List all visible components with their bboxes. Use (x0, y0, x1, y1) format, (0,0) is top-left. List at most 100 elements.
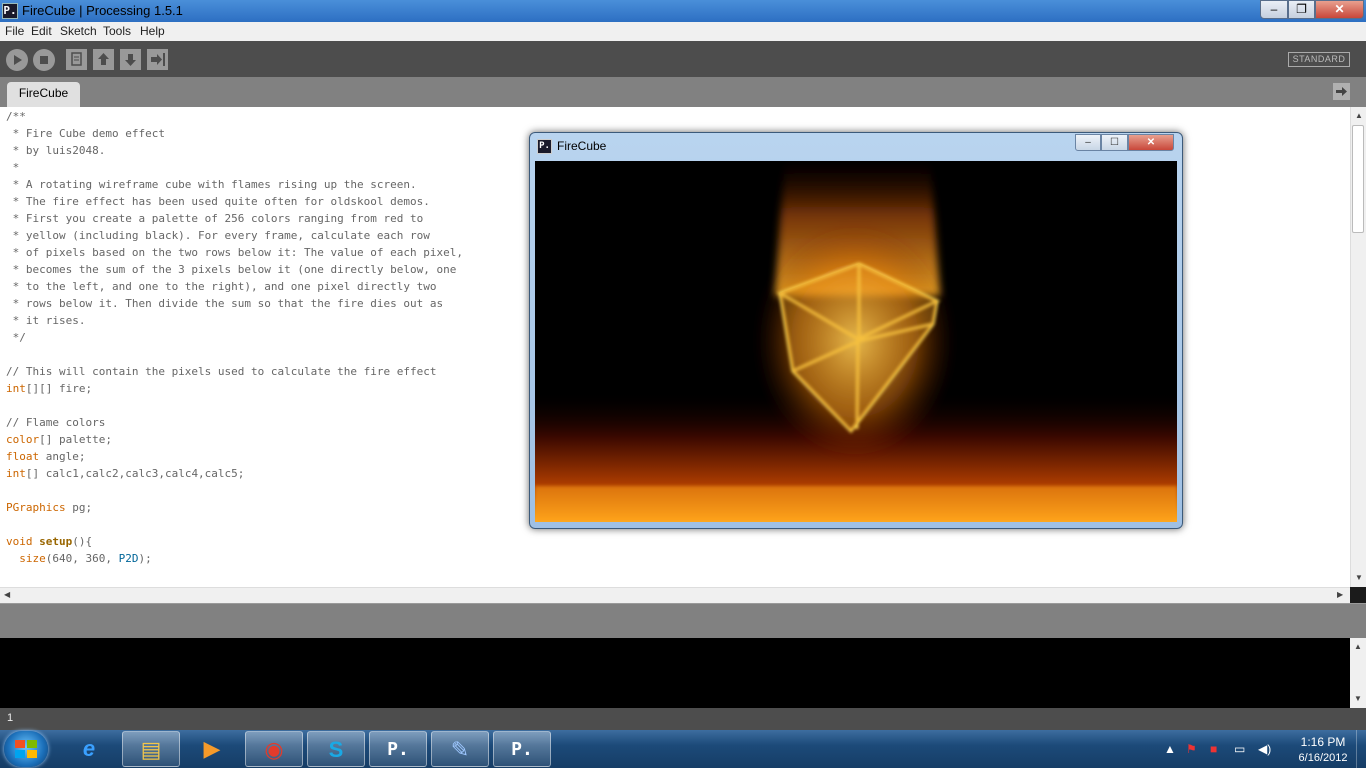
code-line: void setup(){ (6, 535, 93, 548)
media-player-icon: ▶ (203, 736, 221, 761)
new-file-icon (71, 52, 82, 66)
scroll-right-icon[interactable]: ▶ (1337, 590, 1343, 599)
code-line: * it rises. (6, 314, 86, 327)
sketch-minimize-button[interactable]: – (1075, 134, 1101, 151)
minimize-button[interactable]: – (1260, 0, 1288, 19)
code-line: /** (6, 110, 26, 123)
network-icon[interactable]: ▭ (1234, 742, 1245, 756)
code-line: // Flame colors (6, 416, 106, 429)
windows-logo-icon (15, 740, 37, 758)
taskbar-paint[interactable]: ✎ (431, 731, 489, 767)
sketch-canvas[interactable] (535, 161, 1177, 522)
code-text: /** * Fire Cube demo effect * by luis204… (6, 108, 526, 567)
code-line: * becomes the sum of the 3 pixels below … (6, 263, 457, 276)
console-scroll-down-icon[interactable]: ▼ (1354, 694, 1362, 703)
stop-icon (40, 56, 48, 64)
code-line: // This will contain the pixels used to … (6, 365, 437, 378)
show-hidden-icons-icon[interactable]: ▲ (1164, 742, 1176, 756)
message-area (0, 603, 1366, 638)
code-line: * Fire Cube demo effect (6, 127, 165, 140)
clock-date[interactable]: 6/16/2012 (1288, 752, 1358, 764)
toolbar (0, 41, 1366, 77)
editor-horizontal-scrollbar[interactable]: ◀ ▶ (0, 587, 1350, 603)
code-line: * A rotating wireframe cube with flames … (6, 178, 417, 191)
line-status-bar (0, 708, 1366, 730)
sketch-close-button[interactable]: ✕ (1128, 134, 1174, 151)
console-scroll-up-icon[interactable]: ▲ (1354, 642, 1362, 651)
code-line: * (6, 161, 20, 174)
window-title: FireCube | Processing 1.5.1 (22, 3, 183, 18)
stop-button[interactable] (33, 49, 55, 71)
show-desktop-button[interactable] (1356, 730, 1366, 768)
play-icon (14, 55, 22, 65)
fire-cube-render (535, 161, 1177, 522)
save-arrow-down-icon (125, 54, 136, 66)
sketch-app-icon: P. (537, 139, 552, 154)
code-line: int[] calc1,calc2,calc3,calc4,calc5; (6, 467, 245, 480)
menu-tools[interactable]: Tools (103, 24, 131, 38)
console-scrollbar[interactable]: ▲ ▼ (1350, 638, 1366, 708)
tab-firecube[interactable]: FireCube (7, 82, 80, 107)
taskbar-explorer[interactable]: ▤ (122, 731, 180, 767)
sketch-window-title: FireCube (557, 139, 607, 153)
processing-icon: P. (387, 739, 409, 760)
menu-sketch[interactable]: Sketch (60, 24, 97, 38)
code-line: * yellow (including black). For every fr… (6, 229, 430, 242)
menu-bar (0, 22, 1366, 41)
line-number: 1 (7, 712, 14, 724)
code-line: size(640, 360, P2D); (19, 552, 152, 565)
processing-app-icon: P. (2, 3, 18, 19)
maximize-button[interactable]: ❐ (1288, 0, 1315, 19)
export-icon (151, 53, 165, 66)
action-center-flag-icon[interactable]: ⚑ (1186, 742, 1197, 756)
code-line: * The fire effect has been used quite of… (6, 195, 430, 208)
save-button[interactable] (120, 49, 141, 70)
folder-icon: ▤ (140, 737, 162, 762)
security-alert-icon[interactable]: ■ (1210, 742, 1217, 756)
taskbar-processing[interactable]: P. (369, 731, 427, 767)
skype-icon: S (328, 737, 344, 762)
export-button[interactable] (147, 49, 168, 70)
tab-bar (0, 77, 1366, 107)
scroll-down-icon[interactable]: ▼ (1355, 573, 1363, 582)
scroll-left-icon[interactable]: ◀ (4, 590, 10, 599)
code-line: int[][] fire; (6, 382, 93, 395)
title-bar (0, 0, 1366, 22)
open-button[interactable] (93, 49, 114, 70)
code-line: * by luis2048. (6, 144, 106, 157)
menu-edit[interactable]: Edit (31, 24, 52, 38)
new-button[interactable] (66, 49, 87, 70)
paint-icon: ✎ (450, 737, 470, 762)
mode-selector[interactable]: STANDARD (1288, 52, 1350, 67)
taskbar-skype[interactable]: S (307, 731, 365, 767)
open-arrow-up-icon (98, 53, 109, 65)
editor-scroll-thumb[interactable] (1352, 125, 1364, 233)
console-output[interactable] (0, 638, 1350, 708)
scroll-up-icon[interactable]: ▲ (1355, 111, 1363, 120)
code-line: * of pixels based on the two rows below … (6, 246, 463, 259)
close-button[interactable]: ✕ (1315, 0, 1364, 19)
processing-sketch-icon: P. (511, 739, 533, 760)
taskbar-chrome[interactable]: ◉ (245, 731, 303, 767)
taskbar-media-player[interactable]: ▶ (183, 731, 241, 767)
clock-time[interactable]: 1:16 PM (1290, 735, 1356, 749)
code-line: * rows below it. Then divide the sum so … (6, 297, 444, 310)
run-button[interactable] (6, 49, 28, 71)
code-line: * to the left, and one to the right), an… (6, 280, 437, 293)
menu-file[interactable]: File (5, 24, 24, 38)
code-line: PGraphics pg; (6, 501, 93, 514)
taskbar-internet-explorer[interactable]: e (60, 731, 118, 767)
code-line: float angle; (6, 450, 86, 463)
sketch-maximize-button[interactable]: ☐ (1101, 134, 1128, 151)
tab-menu-button[interactable] (1333, 83, 1350, 100)
taskbar-processing-sketch[interactable]: P. (493, 731, 551, 767)
volume-icon[interactable]: ◀) (1258, 742, 1271, 756)
internet-explorer-icon: e (82, 736, 96, 761)
arrow-right-icon (1336, 87, 1347, 96)
menu-help[interactable]: Help (140, 24, 165, 38)
code-line: color[] palette; (6, 433, 112, 446)
